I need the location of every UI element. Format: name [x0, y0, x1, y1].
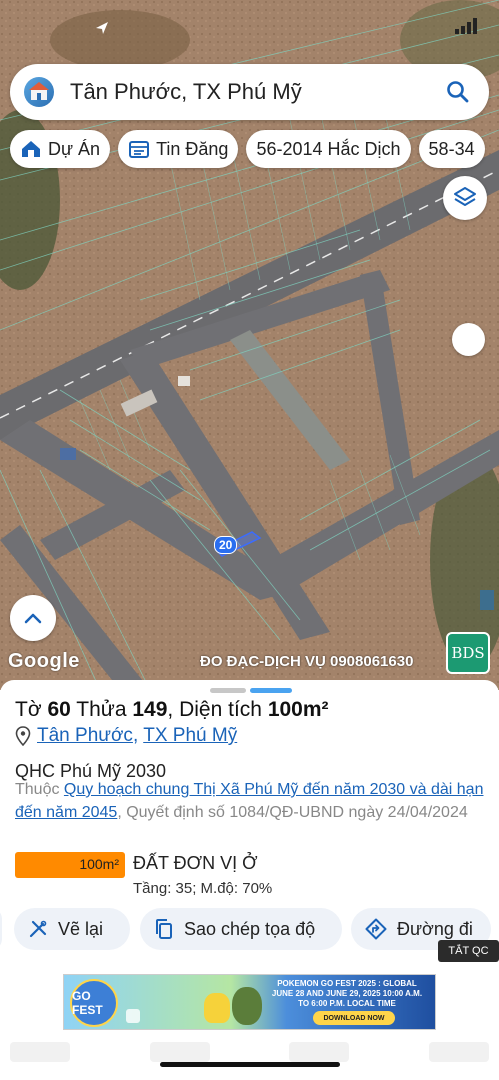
directions-label: Đường đi	[397, 918, 473, 939]
google-attribution: Google	[8, 650, 80, 672]
chip-quy-hoach-2[interactable]: 58-34	[418, 130, 485, 168]
lot-number-label[interactable]: 20	[214, 536, 238, 554]
faint-tab	[289, 1042, 350, 1062]
town-link[interactable]: TX Phú Mỹ	[143, 725, 237, 747]
close-ad-button[interactable]: TẮT QC	[438, 940, 499, 962]
satellite-map[interactable]: Tân Phước, TX Phú Mỹ Dự Án Tin Đăng 56-2…	[0, 0, 499, 690]
pikachu-figure	[204, 993, 230, 1023]
sheet-number: 60	[47, 698, 71, 721]
plan-description: Thuộc Quy hoạch chung Thị Xã Phú Mỹ đến …	[15, 778, 485, 824]
sheet-drag-handle[interactable]	[210, 688, 292, 693]
action-button-partial[interactable]	[0, 908, 2, 950]
copy-coordinates-button[interactable]: Sao chép tọa độ	[140, 908, 342, 950]
ad-banner[interactable]: GO FEST POKEMON GO FEST 2025 : GLOBAL JU…	[63, 974, 436, 1030]
copy-coordinates-label: Sao chép tọa độ	[184, 918, 316, 939]
chip-label: 56-2014 Hắc Dịch	[256, 138, 401, 159]
redraw-button[interactable]: Vẽ lại	[14, 908, 130, 950]
home-indicator[interactable]	[160, 1062, 340, 1067]
expand-up-button[interactable]	[10, 595, 56, 641]
lot-number: 149	[132, 698, 168, 721]
search-query[interactable]: Tân Phước, TX Phú Mỹ	[70, 79, 443, 105]
plan-desc-prefix: Thuộc	[15, 781, 60, 798]
parcel-title: Tờ 60 Thửa 149, Diện tích 100m²	[15, 698, 329, 722]
map-watermark: ĐO ĐẠC-DỊCH VỤ 0908061630	[200, 653, 414, 670]
location-arrow-icon	[96, 22, 108, 34]
lot-prefix: Thửa	[76, 698, 127, 721]
brand-logo[interactable]: BDS	[446, 632, 490, 674]
ward-link[interactable]: Tân Phước	[37, 725, 133, 747]
ad-title: POKEMON GO FEST 2025 : GLOBAL JUNE 28 AN…	[271, 979, 423, 1008]
chip-du-an[interactable]: Dự Án	[10, 130, 111, 168]
chip-label: Dự Án	[48, 138, 101, 159]
chip-label: 58-34	[428, 138, 475, 159]
listing-icon	[129, 141, 150, 158]
signal-icon	[455, 18, 477, 34]
land-use-type: ĐẤT ĐƠN VỊ Ở	[133, 853, 258, 873]
search-bar[interactable]: Tân Phước, TX Phú Mỹ	[10, 64, 489, 120]
house-icon	[22, 141, 40, 157]
filter-chips: Dự Án Tin Đăng 56-2014 Hắc Dịch 58-34	[10, 130, 485, 168]
handle-segment-active	[250, 688, 292, 693]
plan-desc-suffix: , Quyết định số 1084/QĐ-UBND ngày 24/04/…	[117, 804, 468, 821]
chip-label: Tin Đăng	[156, 138, 229, 159]
sheet-prefix: Tờ	[15, 698, 42, 721]
copy-icon	[156, 919, 172, 939]
faint-tab	[10, 1042, 70, 1062]
layers-icon	[454, 187, 476, 206]
ad-download-button[interactable]: DOWNLOAD NOW	[313, 1011, 395, 1025]
parcel-location: Tân Phước, TX Phú Mỹ	[15, 725, 237, 747]
action-row: Vẽ lại Sao chép tọa độ Đường đi	[0, 908, 499, 952]
layers-button[interactable]	[443, 176, 487, 220]
area-badge: 100m²	[15, 852, 125, 878]
redraw-label: Vẽ lại	[58, 918, 104, 939]
chevron-up-icon	[24, 613, 42, 624]
owl-figure	[232, 987, 262, 1025]
faint-tab	[149, 1042, 210, 1062]
directions-icon	[365, 918, 387, 940]
chip-quy-hoach[interactable]: 56-2014 Hắc Dịch	[246, 130, 411, 168]
location-toggle-button[interactable]	[452, 323, 485, 356]
area-value: 100m²	[267, 698, 329, 721]
tools-icon	[29, 920, 47, 938]
area-prefix: , Diện tích	[167, 698, 262, 721]
faint-tab	[428, 1042, 489, 1062]
parcel-info-sheet: Tờ 60 Thửa 149, Diện tích 100m² Tân Phướ…	[0, 680, 499, 970]
location-separator: ,	[132, 725, 139, 746]
chip-tin-dang[interactable]: Tin Đăng	[118, 130, 239, 168]
house-avatar-icon	[29, 82, 49, 100]
avatar[interactable]	[24, 77, 54, 107]
land-use-specs: Tầng: 35; M.độ: 70%	[133, 880, 273, 897]
search-icon[interactable]	[443, 77, 473, 107]
status-bar-icons	[455, 18, 481, 34]
map-pin-icon	[15, 726, 31, 746]
ad-logo: GO FEST	[70, 979, 118, 1027]
play-store-icon	[126, 1009, 140, 1023]
handle-segment	[210, 688, 246, 693]
